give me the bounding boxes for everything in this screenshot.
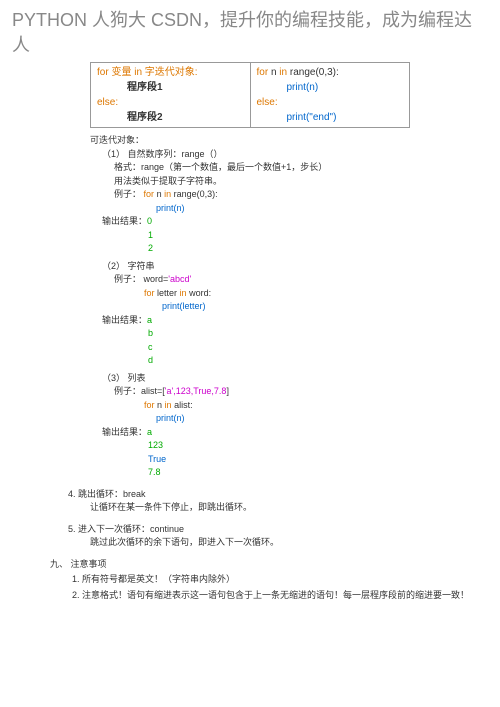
alist-l: alist=[ (141, 386, 165, 396)
ex-label: 例子： (114, 189, 141, 199)
out-d: d (148, 354, 480, 368)
for-kw: for (144, 400, 155, 410)
alist-r: ] (226, 386, 229, 396)
item-continue: 5. 进入下一次循环：continue (68, 523, 480, 537)
ex-label: 例子： (114, 386, 141, 396)
range-call: range(0,3): (290, 67, 339, 78)
output-label: 输出结果： (102, 216, 147, 226)
section-9-header: 九、 注意事项 (50, 558, 480, 572)
n-var: n (157, 400, 162, 410)
in-kw: in (165, 400, 172, 410)
output-label: 输出结果： (102, 315, 147, 325)
print-n: print(n) (287, 82, 319, 93)
letter-var: letter (157, 288, 177, 298)
alist-iter: alist: (174, 400, 193, 410)
out-2: 2 (148, 242, 480, 256)
alist-items: 'a',123,True,7.8 (165, 386, 227, 396)
segment1-label: 程序段1 (127, 80, 244, 95)
out-0: 0 (147, 216, 152, 226)
print-letter: print(letter) (162, 301, 206, 311)
syntax-template-col: for 变量 in 字迭代对象: 程序段1 else: 程序段2 (91, 63, 251, 127)
word-value: 'abcd' (168, 274, 191, 284)
out-1: 1 (148, 229, 480, 243)
out-c: c (148, 341, 480, 355)
print-n: print(n) (156, 203, 185, 213)
note-2: 2. 注意格式！语句有缩进表示这一语句包含于上一条无缩进的语句！每一层程序段前的… (72, 589, 480, 603)
item-break: 4. 跳出循环：break (68, 488, 480, 502)
range-usage: 用法类似于提取子字符串。 (114, 175, 480, 189)
else-kw: else: (97, 97, 118, 108)
word-assign: word= (144, 274, 169, 284)
section-string: （2） 字符串 (102, 260, 480, 274)
page-title: PYTHON 人狗大 CSDN，提升你的编程技能，成为编程达人 (0, 0, 500, 62)
syntax-table: for 变量 in 字迭代对象: 程序段1 else: 程序段2 for n i… (90, 62, 410, 128)
note-1: 1. 所有符号都是英文！（字符串内除外） (72, 573, 480, 587)
for-kw: for (257, 67, 269, 78)
out-123: 123 (148, 439, 480, 453)
for-kw: for (144, 288, 155, 298)
out-a: a (147, 427, 152, 437)
range03: range(0,3): (174, 189, 218, 199)
section-list: （3） 列表 (102, 372, 480, 386)
in-kw: in (180, 288, 187, 298)
var-n: n (271, 67, 277, 78)
continue-desc: 跳过此次循环的余下语句，即进入下一次循环。 (90, 536, 480, 550)
main-content: 可迭代对象： （1） 自然数序列：range（） 格式：range（第一个数值，… (0, 134, 500, 602)
out-a: a (147, 315, 152, 325)
in-kw: in (164, 189, 171, 199)
n-var: n (157, 189, 162, 199)
range-format: 格式：range（第一个数值，最后一个数值+1，步长） (114, 161, 480, 175)
out-b: b (148, 327, 480, 341)
out-true: True (148, 453, 480, 467)
else-kw2: else: (257, 97, 278, 108)
iterable-header: 可迭代对象： (90, 134, 480, 148)
ex-label: 例子： (114, 274, 141, 284)
out-78: 7.8 (148, 466, 480, 480)
word-iter: word: (189, 288, 211, 298)
in-kw: in (279, 67, 287, 78)
for-kw: for (144, 189, 155, 199)
section-range: （1） 自然数序列：range（） (102, 148, 480, 162)
output-label: 输出结果： (102, 427, 147, 437)
syntax-example-col: for n in range(0,3): print(n) else: prin… (251, 63, 410, 127)
break-desc: 让循环在某一条件下停止，即跳出循环。 (90, 501, 480, 515)
segment2-label: 程序段2 (127, 110, 244, 125)
for-template: for 变量 in 字迭代对象: (97, 67, 198, 78)
print-end: print("end") (287, 112, 337, 123)
print-n: print(n) (156, 413, 185, 423)
